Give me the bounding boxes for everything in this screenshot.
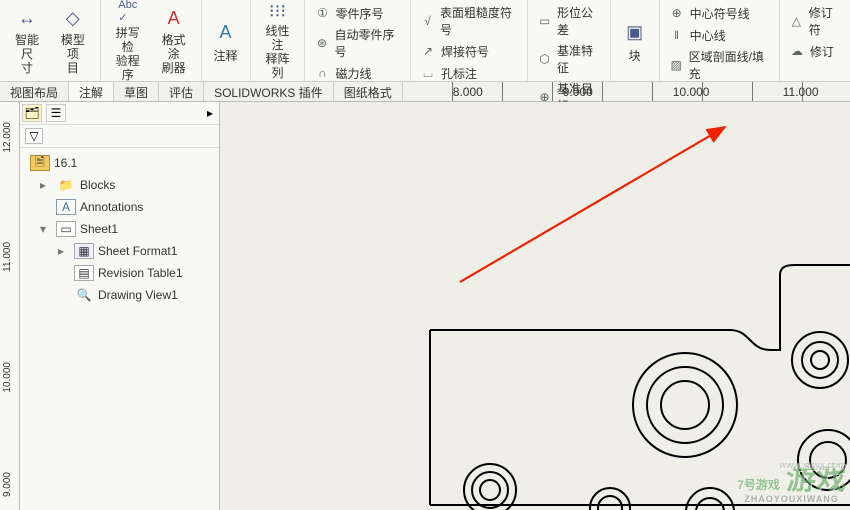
tree-item-blocks[interactable]: ▸ 📁 Blocks bbox=[20, 174, 219, 196]
caret-icon: ▸ bbox=[58, 244, 70, 258]
ribbon-toolbar: ↔ 智能尺寸 ◇ 模型项目 Abc✓ 拼写检验程序 A 格式涂刷器 A 注释 ⁝… bbox=[0, 0, 850, 82]
table-icon: ▤ bbox=[74, 265, 94, 281]
sheet-format-icon: ▦ bbox=[74, 243, 94, 259]
tree-item-sheet-format[interactable]: ▸ ▦ Sheet Format1 bbox=[20, 240, 219, 262]
panel-collapse-button[interactable]: ▸ bbox=[203, 106, 217, 120]
magnetic-line-button[interactable]: ∩磁力线 bbox=[309, 62, 406, 84]
surface-finish-icon: √ bbox=[418, 12, 437, 30]
centerline-button[interactable]: ‖中心线 bbox=[664, 24, 775, 46]
rev-symbol-button[interactable]: △修订符 bbox=[784, 2, 846, 40]
view-icon: 🔍 bbox=[74, 287, 94, 303]
caret-down-icon: ▾ bbox=[40, 222, 52, 236]
spell-check-button[interactable]: Abc✓ 拼写检验程序 bbox=[105, 2, 151, 79]
tree-item-sheet1[interactable]: ▾ ▭ Sheet1 bbox=[20, 218, 219, 240]
blocks-icon: ▣ bbox=[621, 19, 649, 47]
auto-balloon-icon: ⊛ bbox=[312, 34, 331, 52]
smart-dimension-button[interactable]: ↔ 智能尺寸 bbox=[4, 2, 50, 79]
note-icon: A bbox=[212, 19, 240, 47]
balloon-icon: ① bbox=[312, 4, 332, 22]
ribbon-group-annotate: A 注释 bbox=[202, 0, 251, 81]
hole-callout-button[interactable]: ⌴孔标注 bbox=[415, 62, 523, 84]
ribbon-group-center: ⊕中心符号线 ‖中心线 ▨区域剖面线/填充 bbox=[660, 0, 780, 81]
ribbon-group-datum: ▭形位公差 ⬡基准特征 ⊕基准目标 bbox=[528, 0, 611, 81]
filter-icon[interactable]: ▽ bbox=[25, 128, 43, 144]
area-hatch-button[interactable]: ▨区域剖面线/填充 bbox=[664, 46, 775, 84]
cad-drawing-view bbox=[410, 230, 850, 510]
area-hatch-icon: ▨ bbox=[667, 56, 686, 74]
command-tabstrip: 视图布局 注解 草图 评估 SOLIDWORKS 插件 图纸格式 8.000 9… bbox=[0, 82, 850, 102]
linear-pattern-button[interactable]: ⁝⁝⁝ 线性注释阵列 bbox=[255, 2, 301, 79]
format-painter-icon: A bbox=[160, 6, 188, 31]
magnetic-line-icon: ∩ bbox=[312, 64, 332, 82]
model-items-icon: ◇ bbox=[59, 6, 87, 31]
feature-tree-tab-icon[interactable]: 🗂 bbox=[22, 104, 42, 122]
tree-item-drawing-view[interactable]: 🔍 Drawing View1 bbox=[20, 284, 219, 306]
note-button[interactable]: A 注释 bbox=[206, 2, 246, 79]
tab-addins[interactable]: SOLIDWORKS 插件 bbox=[204, 82, 334, 101]
datum-feature-icon: ⬡ bbox=[535, 50, 554, 68]
ribbon-group-balloon: ①零件序号 ⊛自动零件序号 ∩磁力线 bbox=[305, 0, 411, 81]
rev-cloud-button[interactable]: ☁修订 bbox=[784, 40, 846, 62]
tab-view-layout[interactable]: 视图布局 bbox=[0, 82, 69, 101]
drawing-canvas[interactable]: www.xiayx.com 7号游戏 游戏 ZHAOYOUXIWANG bbox=[220, 102, 850, 510]
tab-annotation[interactable]: 注解 bbox=[69, 82, 114, 101]
centerline-icon: ‖ bbox=[667, 26, 687, 44]
balloon-button[interactable]: ①零件序号 bbox=[309, 2, 406, 24]
drawing-icon: 🗎 bbox=[30, 155, 50, 171]
horizontal-ruler: 8.000 9.000 10.000 11.000 bbox=[403, 82, 850, 101]
tab-sketch[interactable]: 草图 bbox=[114, 82, 159, 101]
rev-cloud-icon: ☁ bbox=[787, 42, 807, 60]
surface-finish-button[interactable]: √表面粗糙度符号 bbox=[415, 2, 523, 40]
hole-callout-icon: ⌴ bbox=[418, 64, 438, 82]
ribbon-group-dimension: ↔ 智能尺寸 ◇ 模型项目 bbox=[0, 0, 101, 81]
linear-pattern-icon: ⁝⁝⁝ bbox=[264, 1, 292, 22]
vertical-ruler: 12.000 11.000 10.000 9.000 bbox=[0, 102, 20, 510]
weld-symbol-button[interactable]: ↗焊接符号 bbox=[415, 40, 523, 62]
centermark-icon: ⊕ bbox=[667, 4, 687, 22]
folder-icon: 📁 bbox=[56, 177, 76, 193]
feature-manager-panel: 🗂 ☰ ▸ ▽ 🗎 16.1 ▸ 📁 Blocks A Annotations bbox=[20, 102, 220, 510]
datum-feature-button[interactable]: ⬡基准特征 bbox=[532, 40, 606, 78]
tree-item-revision-table[interactable]: ▤ Revision Table1 bbox=[20, 262, 219, 284]
blocks-button[interactable]: ▣ 块 bbox=[615, 2, 655, 79]
feature-tree: 🗎 16.1 ▸ 📁 Blocks A Annotations ▾ ▭ Shee… bbox=[20, 148, 219, 310]
tab-sheet-format[interactable]: 图纸格式 bbox=[334, 82, 403, 101]
caret-icon: ▸ bbox=[40, 178, 52, 192]
smart-dimension-icon: ↔ bbox=[13, 6, 41, 31]
geom-tol-icon: ▭ bbox=[535, 12, 554, 30]
ribbon-group-revision: △修订符 ☁修订 bbox=[780, 0, 850, 81]
tree-root[interactable]: 🗎 16.1 bbox=[20, 152, 219, 174]
ribbon-group-block: ▣ 块 bbox=[611, 0, 660, 81]
annotation-icon: A bbox=[56, 199, 76, 215]
ribbon-group-symbols: √表面粗糙度符号 ↗焊接符号 ⌴孔标注 bbox=[411, 0, 528, 81]
model-items-button[interactable]: ◇ 模型项目 bbox=[50, 2, 96, 79]
ribbon-group-pattern: ⁝⁝⁝ 线性注释阵列 bbox=[251, 0, 306, 81]
filter-bar: ▽ bbox=[20, 125, 219, 148]
sheet-icon: ▭ bbox=[56, 221, 76, 237]
panel-tab-header: 🗂 ☰ ▸ bbox=[20, 102, 219, 125]
rev-symbol-icon: △ bbox=[787, 12, 806, 30]
tab-evaluate[interactable]: 评估 bbox=[159, 82, 204, 101]
ribbon-group-spell: Abc✓ 拼写检验程序 A 格式涂刷器 bbox=[101, 0, 202, 81]
main-area: 12.000 11.000 10.000 9.000 🗂 ☰ ▸ ▽ 🗎 16.… bbox=[0, 102, 850, 510]
spell-check-icon: Abc✓ bbox=[114, 0, 142, 24]
auto-balloon-button[interactable]: ⊛自动零件序号 bbox=[309, 24, 406, 62]
centermark-button[interactable]: ⊕中心符号线 bbox=[664, 2, 775, 24]
property-tab-icon[interactable]: ☰ bbox=[46, 104, 66, 122]
geom-tol-button[interactable]: ▭形位公差 bbox=[532, 2, 606, 40]
format-painter-button[interactable]: A 格式涂刷器 bbox=[151, 2, 197, 79]
tree-item-annotations[interactable]: A Annotations bbox=[20, 196, 219, 218]
weld-symbol-icon: ↗ bbox=[418, 42, 438, 60]
